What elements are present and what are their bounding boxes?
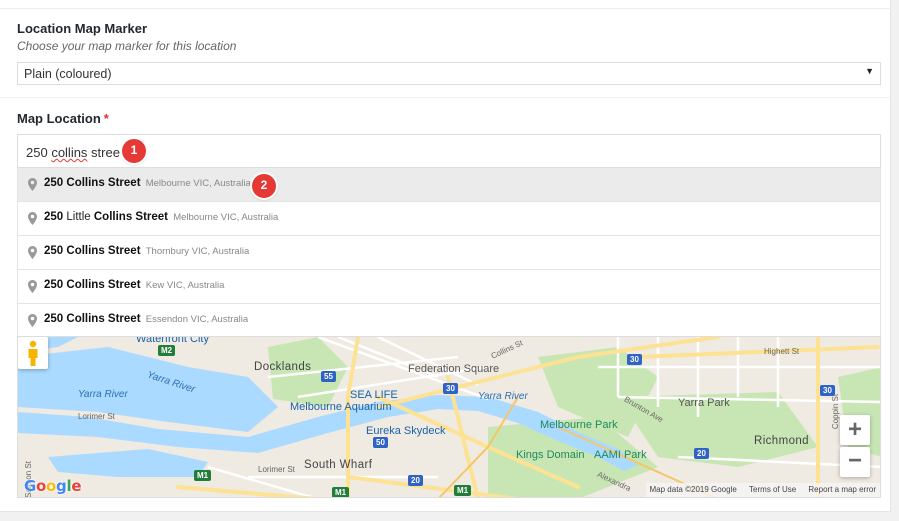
suggestion-match-street: Collins Street (66, 313, 141, 325)
map-label: Kings Domain (516, 449, 585, 461)
field-divider-top (0, 8, 891, 9)
road-shield: 30 (627, 354, 642, 365)
report-map-error-link[interactable]: Report a map error (808, 485, 876, 494)
marker-field-description: Choose your map marker for this location (17, 39, 237, 53)
road-shield: 50 (373, 437, 388, 448)
zoom-in-button[interactable]: + (840, 415, 870, 445)
map-pin-icon (28, 314, 37, 327)
map-pin-icon (28, 246, 37, 259)
map-label: Federation Square (408, 363, 500, 375)
suggestion-secondary: Melbourne VIC, Australia (145, 178, 251, 189)
map-pin-icon (28, 280, 37, 293)
suggestion-secondary: Melbourne VIC, Australia (173, 212, 279, 223)
autocomplete-item[interactable]: 250 Little Collins Street Melbourne VIC,… (17, 202, 881, 236)
suggestion-match-street: Collins Street (66, 279, 141, 291)
suggestion-secondary: Thornbury VIC, Australia (145, 246, 250, 257)
map-label: Lorimer St (78, 412, 115, 421)
road-shield: M2 (158, 345, 176, 356)
map-location-search-input[interactable]: 250 collins street (17, 134, 881, 168)
required-asterisk: * (103, 111, 109, 126)
autocomplete-item[interactable]: 250 Collins Street Essendon VIC, Austral… (17, 304, 881, 338)
suggestion-secondary: Kew VIC, Australia (145, 280, 225, 291)
road-shield: 55 (321, 371, 336, 382)
map-label: Eureka Skydeck (366, 425, 446, 437)
logo-letter: o (36, 477, 47, 495)
search-input-text-misspelled: collins (51, 145, 88, 160)
road-shield: 30 (820, 385, 835, 396)
suggestion-match-street: Collins Street (66, 177, 141, 189)
autocomplete-item[interactable]: 250 Collins Street Kew VIC, Australia (17, 270, 881, 304)
map-label: Richmond (754, 435, 809, 447)
map-tiles (18, 337, 880, 497)
autocomplete-suggestions: 250 Collins Street Melbourne VIC, Austra… (17, 168, 881, 338)
suggestion-match-number: 250 (44, 279, 64, 291)
map-label: Melbourne Park (540, 419, 618, 431)
map-label: Melbourne Aquarium (290, 401, 392, 413)
field-divider (0, 97, 891, 98)
suggestion-middle: Little (63, 211, 94, 223)
logo-letter: G (24, 477, 37, 495)
map-marker-select[interactable]: Plain (coloured) ▼ (17, 62, 881, 85)
google-map[interactable]: Waterfront City Docklands Federation Squ… (17, 336, 881, 498)
suggestion-match-number: 250 (44, 313, 64, 325)
zoom-out-button[interactable]: − (840, 447, 870, 477)
road-shield: 20 (694, 448, 709, 459)
map-location-label: Map Location * (17, 111, 109, 126)
step-badge-2: 2 (252, 174, 276, 198)
map-attribution: Map data ©2019 Google Terms of Use Repor… (645, 483, 880, 497)
road-shield: M1 (332, 487, 350, 497)
dropdown-arrow-icon: ▼ (865, 66, 874, 76)
map-label: Highett St (764, 347, 800, 356)
map-label: Yarra Park (678, 397, 730, 409)
autocomplete-item[interactable]: 250 Collins Street Thornbury VIC, Austra… (17, 236, 881, 270)
autocomplete-item[interactable]: 250 Collins Street Melbourne VIC, Austra… (17, 168, 881, 202)
map-label: Yarra River (478, 391, 528, 402)
road-shield: M1 (454, 485, 472, 496)
road-shield: 20 (408, 475, 423, 486)
map-label: AAMI Park (594, 449, 647, 461)
street-view-pegman-icon[interactable] (18, 337, 48, 369)
google-logo: Google (24, 477, 81, 495)
suggestion-match-number: 250 (44, 177, 64, 189)
map-label: Yarra River (78, 389, 128, 400)
search-input-text-post: street (87, 145, 124, 160)
suggestion-match-number: 250 (44, 245, 64, 257)
suggestion-secondary: Essendon VIC, Australia (145, 314, 249, 325)
map-label: South Wharf (304, 459, 373, 471)
terms-of-use-link[interactable]: Terms of Use (749, 485, 796, 494)
map-pin-icon (28, 212, 37, 225)
map-label: SEA LIFE (350, 389, 398, 401)
map-label: Waterfront City (136, 336, 209, 345)
map-pin-icon (28, 178, 37, 191)
logo-letter: o (46, 477, 57, 495)
step-badge-1: 1 (122, 139, 146, 163)
logo-letter: e (71, 477, 82, 495)
suggestion-match-street: Collins Street (93, 211, 169, 223)
suggestion-match-street: Collins Street (66, 245, 141, 257)
suggestion-match-number: 250 (44, 211, 64, 223)
search-input-text-pre: 250 (26, 145, 52, 160)
marker-field-label: Location Map Marker (17, 21, 148, 36)
map-location-label-text: Map Location (17, 111, 101, 126)
map-label: Lorimer St (258, 465, 295, 474)
map-label: Coppin St (831, 393, 841, 430)
settings-panel: Location Map Marker Choose your map mark… (0, 0, 891, 512)
road-shield: 30 (443, 383, 458, 394)
map-label: Docklands (254, 361, 312, 373)
logo-letter: g (56, 477, 67, 495)
map-marker-select-value: Plain (coloured) (24, 67, 112, 81)
map-data-credit: Map data ©2019 Google (649, 485, 737, 494)
road-shield: M1 (194, 470, 212, 481)
